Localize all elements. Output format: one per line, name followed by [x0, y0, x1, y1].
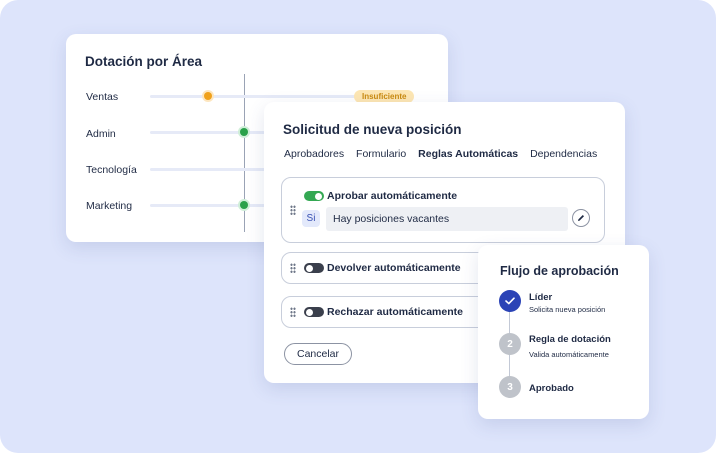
flujo-title: Flujo de aprobación — [500, 264, 619, 278]
area-label-marketing: Marketing — [86, 200, 133, 212]
solicitud-title: Solicitud de nueva posición — [283, 122, 462, 137]
area-label-admin: Admin — [86, 128, 116, 140]
step-1-title: Líder — [529, 292, 553, 303]
step-1-done-icon — [499, 290, 521, 312]
rule-label-aprobar: Aprobar automáticamente — [327, 190, 458, 202]
area-label-tecnologia: Tecnología — [86, 164, 137, 176]
tab-aprobadores[interactable]: Aprobadores — [284, 148, 344, 160]
step-3-title: Aprobado — [529, 383, 574, 394]
aprobar-toggle[interactable] — [304, 191, 324, 201]
tab-dependencias[interactable]: Dependencias — [530, 148, 597, 160]
rule-label-devolver: Devolver automáticamente — [327, 262, 461, 274]
drag-handle-icon[interactable] — [290, 263, 296, 273]
step-1-subtitle: Solicita nueva posición — [529, 305, 606, 314]
step-2-subtitle: Valida automáticamente — [529, 350, 609, 359]
area-marker-admin — [240, 128, 248, 136]
tab-reglas-automaticas[interactable]: Reglas Automáticas — [418, 148, 518, 160]
rechazar-toggle[interactable] — [304, 307, 324, 317]
step-2-title: Regla de dotación — [529, 334, 611, 345]
flujo-card: Flujo de aprobación Líder Solicita nueva… — [478, 245, 649, 419]
tab-bar: Aprobadores Formulario Reglas Automática… — [284, 148, 606, 160]
area-marker-ventas — [204, 92, 212, 100]
tab-formulario[interactable]: Formulario — [356, 148, 406, 160]
illustration-background: Dotación por Área Ventas Insuficiente Ad… — [0, 0, 716, 453]
condition-field[interactable]: Hay posiciones vacantes — [326, 207, 568, 231]
edit-condition-button[interactable] — [572, 209, 590, 227]
drag-handle-icon[interactable] — [290, 205, 296, 215]
drag-handle-icon[interactable] — [290, 307, 296, 317]
step-2-circle: 2 — [499, 333, 521, 355]
devolver-toggle[interactable] — [304, 263, 324, 273]
rule-aprobar: Aprobar automáticamente Si Hay posicione… — [281, 177, 605, 243]
area-marker-marketing — [240, 201, 248, 209]
area-label-ventas: Ventas — [86, 91, 119, 103]
rule-label-rechazar: Rechazar automáticamente — [327, 306, 463, 318]
step-3-circle: 3 — [499, 376, 521, 398]
condition-tag: Si — [302, 210, 320, 227]
dotacion-title: Dotación por Área — [85, 54, 203, 69]
cancel-button[interactable]: Cancelar — [284, 343, 353, 365]
pencil-icon — [578, 215, 584, 221]
check-icon — [505, 297, 515, 305]
